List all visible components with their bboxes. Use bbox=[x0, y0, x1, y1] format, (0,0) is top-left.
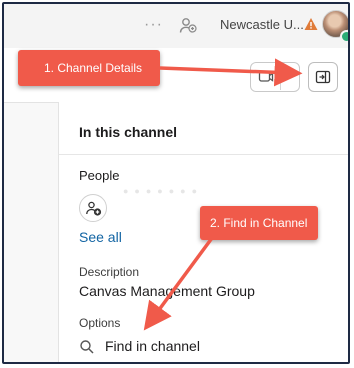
headphones-icon bbox=[258, 69, 274, 90]
huddle-button[interactable] bbox=[250, 62, 300, 92]
channel-details-icon bbox=[315, 69, 331, 90]
options-label: Options bbox=[79, 316, 121, 330]
description-value: Canvas Management Group bbox=[79, 283, 255, 299]
description-label: Description bbox=[79, 265, 140, 279]
add-people-button[interactable] bbox=[79, 194, 107, 222]
panel-title: In this channel bbox=[79, 124, 178, 140]
workspace-name[interactable]: Newcastle U... bbox=[220, 17, 304, 32]
member-avatars-placeholder: ●●●●●●● bbox=[123, 186, 204, 196]
button-divider bbox=[280, 64, 281, 90]
more-options-dots[interactable]: ··· bbox=[144, 16, 163, 34]
see-all-link[interactable]: See all bbox=[79, 229, 122, 245]
channel-details-button[interactable] bbox=[308, 62, 338, 92]
add-people-icon bbox=[85, 200, 103, 223]
find-in-channel-label: Find in channel bbox=[105, 338, 200, 354]
online-status-badge bbox=[340, 30, 348, 43]
warning-icon[interactable] bbox=[304, 17, 318, 31]
search-icon bbox=[80, 340, 94, 354]
annotation-callout-1: 1. Channel Details bbox=[18, 50, 160, 86]
panel-divider bbox=[59, 154, 348, 155]
annotation-callout-2: 2. Find in Channel bbox=[200, 206, 318, 240]
people-icon[interactable] bbox=[178, 16, 198, 36]
people-label: People bbox=[79, 168, 120, 183]
